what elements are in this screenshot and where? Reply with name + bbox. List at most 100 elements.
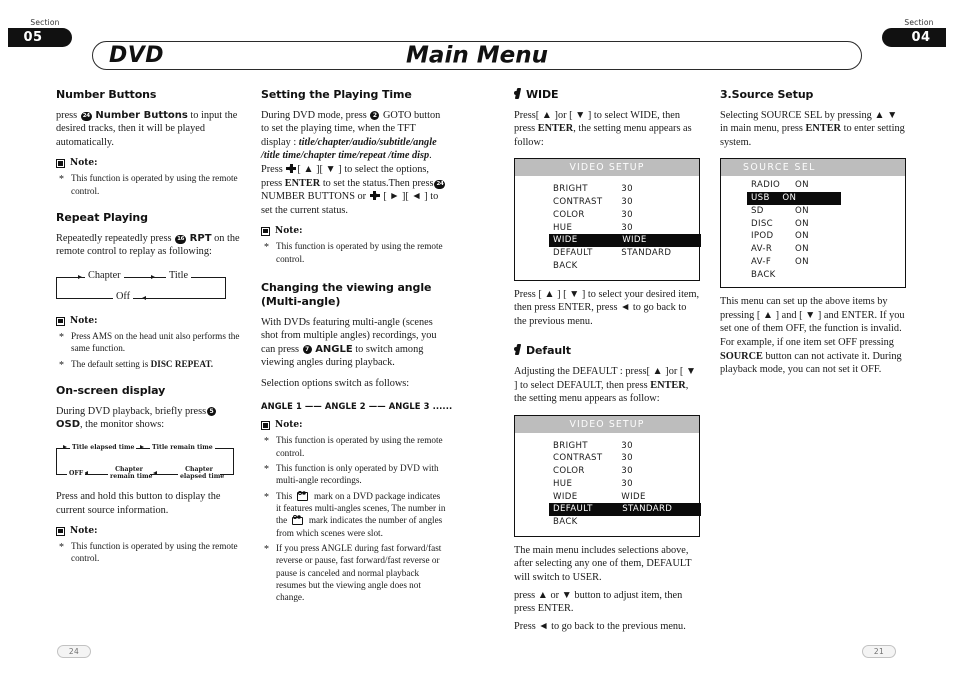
note-square-icon bbox=[261, 226, 270, 236]
text-bold-number-buttons: Number Buttons bbox=[95, 109, 188, 121]
bullet-glyph-icon bbox=[514, 344, 522, 355]
osd-menu-item[interactable]: IPOD ON bbox=[751, 230, 905, 243]
note-item: This function is operated by using the r… bbox=[56, 172, 242, 197]
note-item: This mark on a DVD package indicates it … bbox=[261, 490, 447, 539]
note-list-2: Press AMS on the head unit also performs… bbox=[56, 330, 242, 372]
osd-menu-rows: BRIGHT 30 CONTRAST 30 COLOR 30 HUE 30 WI… bbox=[515, 176, 701, 279]
osd-item-key: CONTRAST bbox=[553, 453, 603, 464]
osd-item-value: WIDE bbox=[622, 235, 647, 246]
note-item: This function is only operated by DVD wi… bbox=[261, 462, 447, 487]
osd-menu-source-sel: SOURCE SEL RADIO ON USB ON SD ON DISC ON bbox=[720, 158, 906, 289]
osd-menu-title: VIDEO SETUP bbox=[515, 159, 699, 177]
note-square-icon bbox=[56, 316, 65, 326]
note-header: Note: bbox=[56, 158, 242, 168]
osd-menu-item[interactable]: SD ON bbox=[751, 205, 905, 218]
osd-item-key: CONTRAST bbox=[553, 197, 603, 208]
osd-menu-item[interactable]: CONTRAST 30 bbox=[553, 196, 699, 209]
osd-item-value: 30 bbox=[621, 184, 633, 195]
flow-label-title-elapsed: Title elapsed time bbox=[70, 443, 137, 452]
section-word-right: Section bbox=[904, 18, 934, 27]
osd-item-key: RADIO bbox=[751, 180, 781, 191]
flow-label-chapter-elapsed: Chapter elapsed time bbox=[178, 465, 225, 481]
heading-wide: WIDE bbox=[514, 88, 700, 102]
page-number-left: 24 bbox=[57, 645, 91, 658]
osd-item-value bbox=[621, 260, 699, 273]
osd-menu-item-selected[interactable]: WIDE WIDE bbox=[549, 234, 701, 248]
paragraph-source-setup-info: This menu can set up the above items by … bbox=[720, 295, 906, 376]
note-label: Note: bbox=[70, 158, 98, 169]
paragraph-wide-instructions: Press [ ▲ ] [ ▼ ] to select your desired… bbox=[514, 288, 700, 327]
note-list-1: This function is operated by using the r… bbox=[261, 240, 447, 265]
text-fragment: During DVD playback, briefly press bbox=[56, 405, 207, 417]
osd-menu-item-selected[interactable]: DEFAULT STANDARD bbox=[549, 503, 701, 517]
angle-sequence: ANGLE 1 —— ANGLE 2 —— ANGLE 3 ...... bbox=[261, 401, 453, 412]
heading-source-setup: 3.Source Setup bbox=[720, 88, 814, 101]
osd-item-key: USB bbox=[751, 193, 770, 204]
section-word-left: Section bbox=[30, 18, 60, 27]
note-item: This function is operated by using the r… bbox=[261, 240, 447, 265]
multi-angle-mark-icon bbox=[291, 515, 305, 526]
osd-item-key: WIDE bbox=[553, 491, 578, 502]
section-tag-left: Section 05 bbox=[8, 18, 72, 47]
osd-item-value bbox=[795, 269, 877, 282]
repeat-flow-diagram: Chapter Title Off bbox=[56, 269, 226, 307]
column-2: Setting the Playing Time During DVD mode… bbox=[261, 88, 453, 607]
osd-item-value: 30 bbox=[621, 440, 633, 451]
osd-item-key: SD bbox=[751, 205, 764, 216]
remote-key-badge: 7 bbox=[302, 344, 312, 354]
paragraph-multi-angle: With DVDs featuring multi-angle (scenes … bbox=[261, 316, 447, 370]
osd-menu-item[interactable]: WIDE WIDE bbox=[553, 491, 699, 504]
text-fragment: During DVD mode, press bbox=[261, 109, 367, 121]
osd-menu-rows: BRIGHT 30 CONTRAST 30 COLOR 30 HUE 30 WI… bbox=[515, 433, 701, 536]
paragraph-number-buttons: press 24 Number Buttons to input the des… bbox=[56, 109, 242, 150]
osd-menu-item[interactable]: CONTRAST 30 bbox=[553, 452, 699, 465]
osd-menu-item[interactable]: AV-R ON bbox=[751, 243, 905, 256]
heading-setting-playing-time: Setting the Playing Time bbox=[261, 88, 412, 101]
note-list-1: This function is operated by using the r… bbox=[56, 172, 242, 197]
osd-menu-item[interactable]: DEFAULT STANDARD bbox=[553, 247, 699, 260]
page-title: Main Menu bbox=[406, 41, 548, 68]
osd-menu-item[interactable]: BACK bbox=[553, 260, 699, 273]
osd-item-value: STANDARD bbox=[621, 248, 672, 259]
osd-menu-item[interactable]: BACK bbox=[751, 269, 905, 282]
osd-item-value: 30 bbox=[621, 222, 633, 233]
osd-menu-item[interactable]: BACK bbox=[553, 516, 699, 529]
osd-item-key: IPOD bbox=[751, 231, 774, 242]
osd-menu-item-selected[interactable]: USB ON bbox=[747, 192, 841, 205]
osd-item-key: AV-F bbox=[751, 256, 772, 267]
text-bold-enter: ENTER bbox=[650, 379, 686, 391]
osd-item-value: WIDE bbox=[621, 491, 646, 502]
heading-repeat-playing: Repeat Playing bbox=[56, 211, 148, 225]
title-left: DVD bbox=[109, 42, 165, 68]
remote-key-badge: 16 bbox=[175, 234, 187, 244]
navpad-icon bbox=[286, 164, 297, 174]
note-label: Note: bbox=[70, 526, 98, 537]
text-fragment: This menu can set up the above items by … bbox=[720, 296, 905, 348]
text-bold-disc-repeat: DISC REPEAT. bbox=[150, 358, 214, 369]
osd-item-key: AV-R bbox=[751, 244, 773, 255]
osd-menu-item[interactable]: AV-F ON bbox=[751, 256, 905, 269]
paragraph-source-setup: Selecting SOURCE SEL by pressing ▲ ▼ in … bbox=[720, 109, 906, 150]
osd-item-key: COLOR bbox=[553, 466, 585, 477]
osd-menu-item[interactable]: COLOR 30 bbox=[553, 209, 699, 222]
osd-menu-item[interactable]: BRIGHT 30 bbox=[553, 183, 699, 196]
osd-item-key: BACK bbox=[553, 260, 578, 271]
paragraph-default: Adjusting the DEFAULT : press[ ▲ ]or [ ▼… bbox=[514, 365, 700, 406]
osd-item-value: 30 bbox=[621, 478, 633, 489]
note-label: Note: bbox=[70, 316, 98, 327]
osd-menu-item[interactable]: COLOR 30 bbox=[553, 465, 699, 478]
osd-menu-item[interactable]: RADIO ON bbox=[751, 179, 905, 192]
osd-menu-item[interactable]: HUE 30 bbox=[553, 222, 699, 235]
section-number-right: 04 bbox=[882, 28, 946, 47]
paragraph-setting-playing-time: During DVD mode, press 2 GOTO button to … bbox=[261, 109, 447, 218]
osd-item-value: ON bbox=[795, 218, 809, 229]
osd-menu-item[interactable]: DISC ON bbox=[751, 218, 905, 231]
osd-menu-item[interactable]: HUE 30 bbox=[553, 478, 699, 491]
osd-menu-item[interactable]: BRIGHT 30 bbox=[553, 440, 699, 453]
heading-default: Default bbox=[514, 344, 700, 358]
osd-item-key: BRIGHT bbox=[553, 440, 588, 451]
paragraph-on-screen-display: During DVD playback, briefly press 5 OSD, … bbox=[56, 405, 242, 432]
osd-item-key: BACK bbox=[751, 269, 776, 280]
osd-item-key: DISC bbox=[751, 218, 774, 229]
paragraph-default-back: Press ◄ to go back to the previous menu. bbox=[514, 620, 686, 632]
